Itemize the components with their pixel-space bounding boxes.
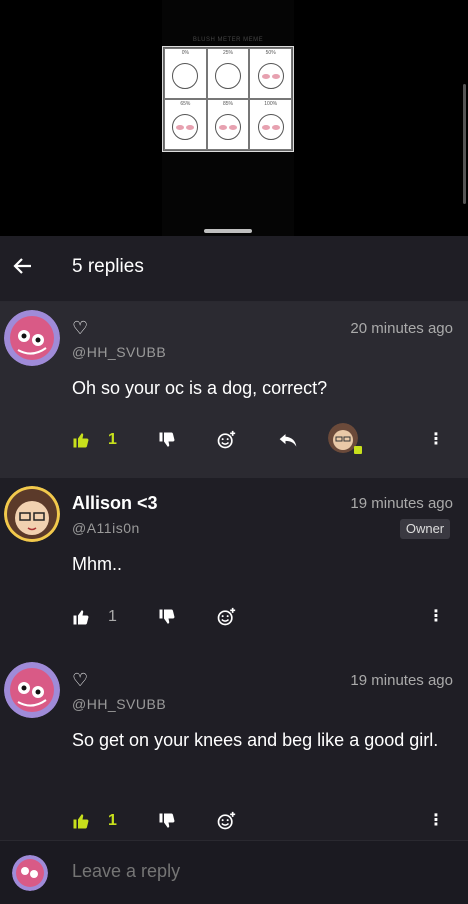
back-arrow-icon[interactable] <box>8 254 38 284</box>
replies-header: 5 replies <box>0 236 468 302</box>
dislike-icon[interactable] <box>158 425 176 455</box>
avatar[interactable] <box>4 662 60 718</box>
comment-author[interactable]: ♡ <box>72 670 88 691</box>
like-count: 1 <box>108 812 117 829</box>
add-reaction-icon[interactable] <box>216 806 236 836</box>
comment-author[interactable]: ♡ <box>72 318 88 339</box>
like-icon[interactable] <box>72 425 90 455</box>
meme-cell: 25% <box>206 48 250 99</box>
reply-arrow-icon[interactable] <box>278 425 298 455</box>
meme-cell: 65% <box>164 99 207 150</box>
like-icon[interactable] <box>72 602 90 632</box>
replies-list[interactable]: ♡ 20 minutes ago @HH_SVUBB Oh so your oc… <box>0 302 468 842</box>
comment-handle: @HH_SVUBB <box>72 696 167 712</box>
comment-time: 19 minutes ago <box>350 672 453 689</box>
reply-input[interactable] <box>72 861 442 882</box>
replies-panel: 5 replies ♡ 20 minutes ago @HH_SVUBB Oh … <box>0 236 468 904</box>
comment-text: Oh so your oc is a dog, correct? <box>72 378 328 398</box>
avatar[interactable] <box>4 310 60 366</box>
like-count: 1 <box>108 431 117 448</box>
like-count: 1 <box>108 608 117 625</box>
video-player[interactable]: BLUSH METER MEME 0% 25% 50% 65% 85% 100% <box>0 0 468 236</box>
user-avatar <box>12 855 48 891</box>
comment-handle: @HH_SVUBB <box>72 344 167 360</box>
like-icon[interactable] <box>72 806 90 836</box>
owner-badge: Owner <box>400 519 450 539</box>
comment-text: So get on your knees and beg like a good… <box>72 730 439 750</box>
reply-bar <box>0 840 468 904</box>
comment-handle: @A11is0n <box>72 520 140 536</box>
comment-text: Mhm.. <box>72 554 123 574</box>
comment-actions: 1 ⋮ <box>72 806 452 836</box>
meme-cell: 0% <box>164 48 207 99</box>
comment-item: ♡ 19 minutes ago @HH_SVUBB So get on you… <box>0 654 468 842</box>
creator-heart-badge <box>354 446 362 454</box>
comment-item: ♡ 20 minutes ago @HH_SVUBB Oh so your oc… <box>0 302 468 478</box>
meme-cell: 85% <box>206 99 250 150</box>
more-options-icon[interactable]: ⋮ <box>428 425 444 455</box>
scrollbar[interactable] <box>463 84 466 204</box>
dislike-icon[interactable] <box>158 602 176 632</box>
dislike-icon[interactable] <box>158 806 176 836</box>
drag-handle[interactable] <box>204 229 252 233</box>
comment-time: 20 minutes ago <box>350 320 453 337</box>
comment-author[interactable]: Allison <3 <box>72 493 158 514</box>
avatar[interactable] <box>4 486 60 542</box>
add-reaction-icon[interactable] <box>216 602 236 632</box>
comment-actions: 1 ⋮ <box>72 423 452 455</box>
meme-cell: 50% <box>249 48 292 99</box>
meme-image: BLUSH METER MEME 0% 25% 50% 65% 85% 100% <box>162 37 294 152</box>
replies-title: 5 replies <box>72 256 144 277</box>
comment-item: Allison <3 19 minutes ago @A11is0n Owner… <box>0 478 468 654</box>
comment-actions: 1 ⋮ <box>72 602 452 632</box>
add-reaction-icon[interactable] <box>216 425 236 455</box>
comment-time: 19 minutes ago <box>350 495 453 512</box>
meme-cell: 100% <box>249 99 292 150</box>
more-options-icon[interactable]: ⋮ <box>428 806 444 836</box>
more-options-icon[interactable]: ⋮ <box>428 602 444 632</box>
meme-title: BLUSH METER MEME <box>192 37 264 43</box>
